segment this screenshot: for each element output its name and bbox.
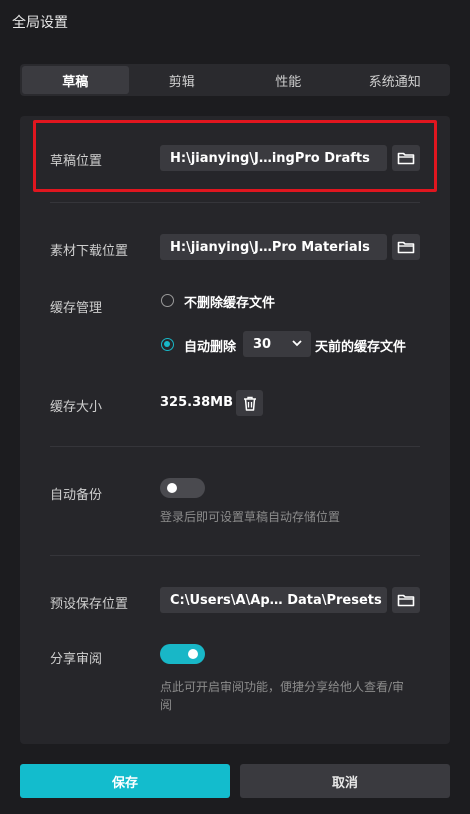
clear-cache-button[interactable] — [236, 390, 263, 416]
auto-backup-label: 自动备份 — [50, 488, 103, 503]
toggle-knob — [167, 483, 177, 493]
chevron-down-icon — [292, 340, 302, 347]
share-review-toggle[interactable] — [160, 644, 205, 664]
cache-days-select[interactable]: 30 — [243, 331, 311, 357]
divider — [50, 202, 420, 203]
folder-icon — [397, 594, 415, 607]
toggle-knob — [188, 649, 198, 659]
trash-icon — [243, 396, 256, 411]
cache-auto-radio[interactable] — [161, 338, 174, 351]
share-review-label: 分享审阅 — [50, 652, 103, 667]
material-location-path[interactable]: H:\jianying\J…Pro Materials — [160, 234, 387, 260]
preset-location-path[interactable]: C:\Users\A\Ap… Data\Presets — [160, 587, 387, 613]
preset-folder-button[interactable] — [392, 587, 420, 613]
share-review-hint-line1: 点此可开启审阅功能，便捷分享给他人查看/审 — [160, 680, 405, 694]
tab-edit[interactable]: 剪辑 — [129, 66, 236, 94]
cache-size-value: 325.38MB — [160, 395, 234, 410]
draft-location-path[interactable]: H:\jianying\J…ingPro Drafts — [160, 145, 387, 171]
material-folder-button[interactable] — [392, 234, 420, 260]
cancel-button[interactable]: 取消 — [240, 764, 450, 798]
tab-draft[interactable]: 草稿 — [22, 66, 129, 94]
auto-backup-toggle[interactable] — [160, 478, 205, 498]
window-title: 全局设置 — [12, 15, 68, 31]
tab-performance[interactable]: 性能 — [235, 66, 342, 94]
settings-tabs: 草稿 剪辑 性能 系统通知 — [20, 64, 450, 96]
cache-management-label: 缓存管理 — [50, 301, 103, 316]
cache-keep-label[interactable]: 不删除缓存文件 — [184, 292, 275, 311]
cache-days-value: 30 — [253, 336, 272, 352]
folder-icon — [397, 152, 415, 165]
divider — [50, 446, 420, 447]
folder-icon — [397, 241, 415, 254]
share-review-hint-line2: 阅 — [160, 698, 173, 712]
draft-location-label: 草稿位置 — [50, 154, 103, 169]
material-location-label: 素材下载位置 — [50, 244, 129, 259]
cache-keep-radio[interactable] — [161, 294, 174, 307]
tab-notifications[interactable]: 系统通知 — [342, 66, 449, 94]
cache-size-label: 缓存大小 — [50, 400, 103, 415]
auto-backup-hint: 登录后即可设置草稿自动存储位置 — [160, 510, 341, 524]
divider — [50, 555, 420, 556]
save-button[interactable]: 保存 — [20, 764, 230, 798]
draft-folder-button[interactable] — [392, 145, 420, 171]
preset-location-label: 预设保存位置 — [50, 597, 129, 612]
cache-auto-label[interactable]: 自动删除 — [184, 336, 236, 355]
cache-auto-suffix: 天前的缓存文件 — [315, 340, 407, 355]
